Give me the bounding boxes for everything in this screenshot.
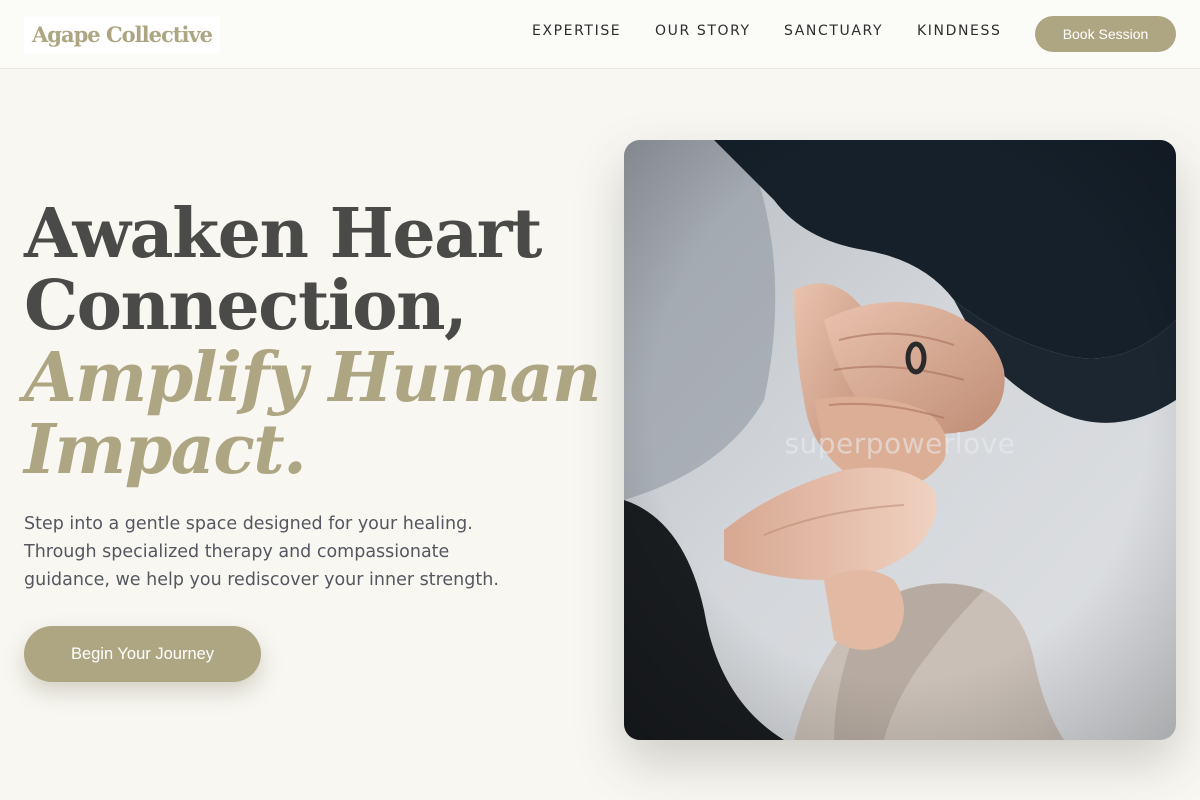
main-nav: EXPERTISE OUR STORY SANCTUARY KINDNESS	[0, 23, 1200, 43]
hero-title-accent-line-1: Amplify Human	[24, 338, 602, 418]
nav-item-expertise[interactable]: EXPERTISE	[532, 23, 621, 39]
hero-title: Awaken Heart Connection, Amplify Human I…	[24, 194, 602, 490]
hero-title-accent-line-2: Impact.	[24, 410, 307, 490]
nav-item-our-story[interactable]: OUR STORY	[655, 23, 751, 39]
hero-title-line-2: Connection,	[24, 266, 468, 346]
hero-photo-holding-hands: superpowerlove	[624, 140, 1176, 740]
book-session-button[interactable]: Book Session	[1035, 16, 1176, 52]
hero-title-line-1: Awaken Heart	[24, 194, 542, 274]
hero-subtitle: Step into a gentle space designed for yo…	[24, 514, 499, 590]
photo-watermark: superpowerlove	[784, 427, 1016, 460]
site-header: Agape Collective EXPERTISE OUR STORY SAN…	[0, 0, 1200, 69]
begin-journey-button[interactable]: Begin Your Journey	[24, 626, 261, 682]
nav-item-sanctuary[interactable]: SANCTUARY	[784, 23, 883, 39]
nav-item-kindness[interactable]: KINDNESS	[917, 23, 1001, 39]
